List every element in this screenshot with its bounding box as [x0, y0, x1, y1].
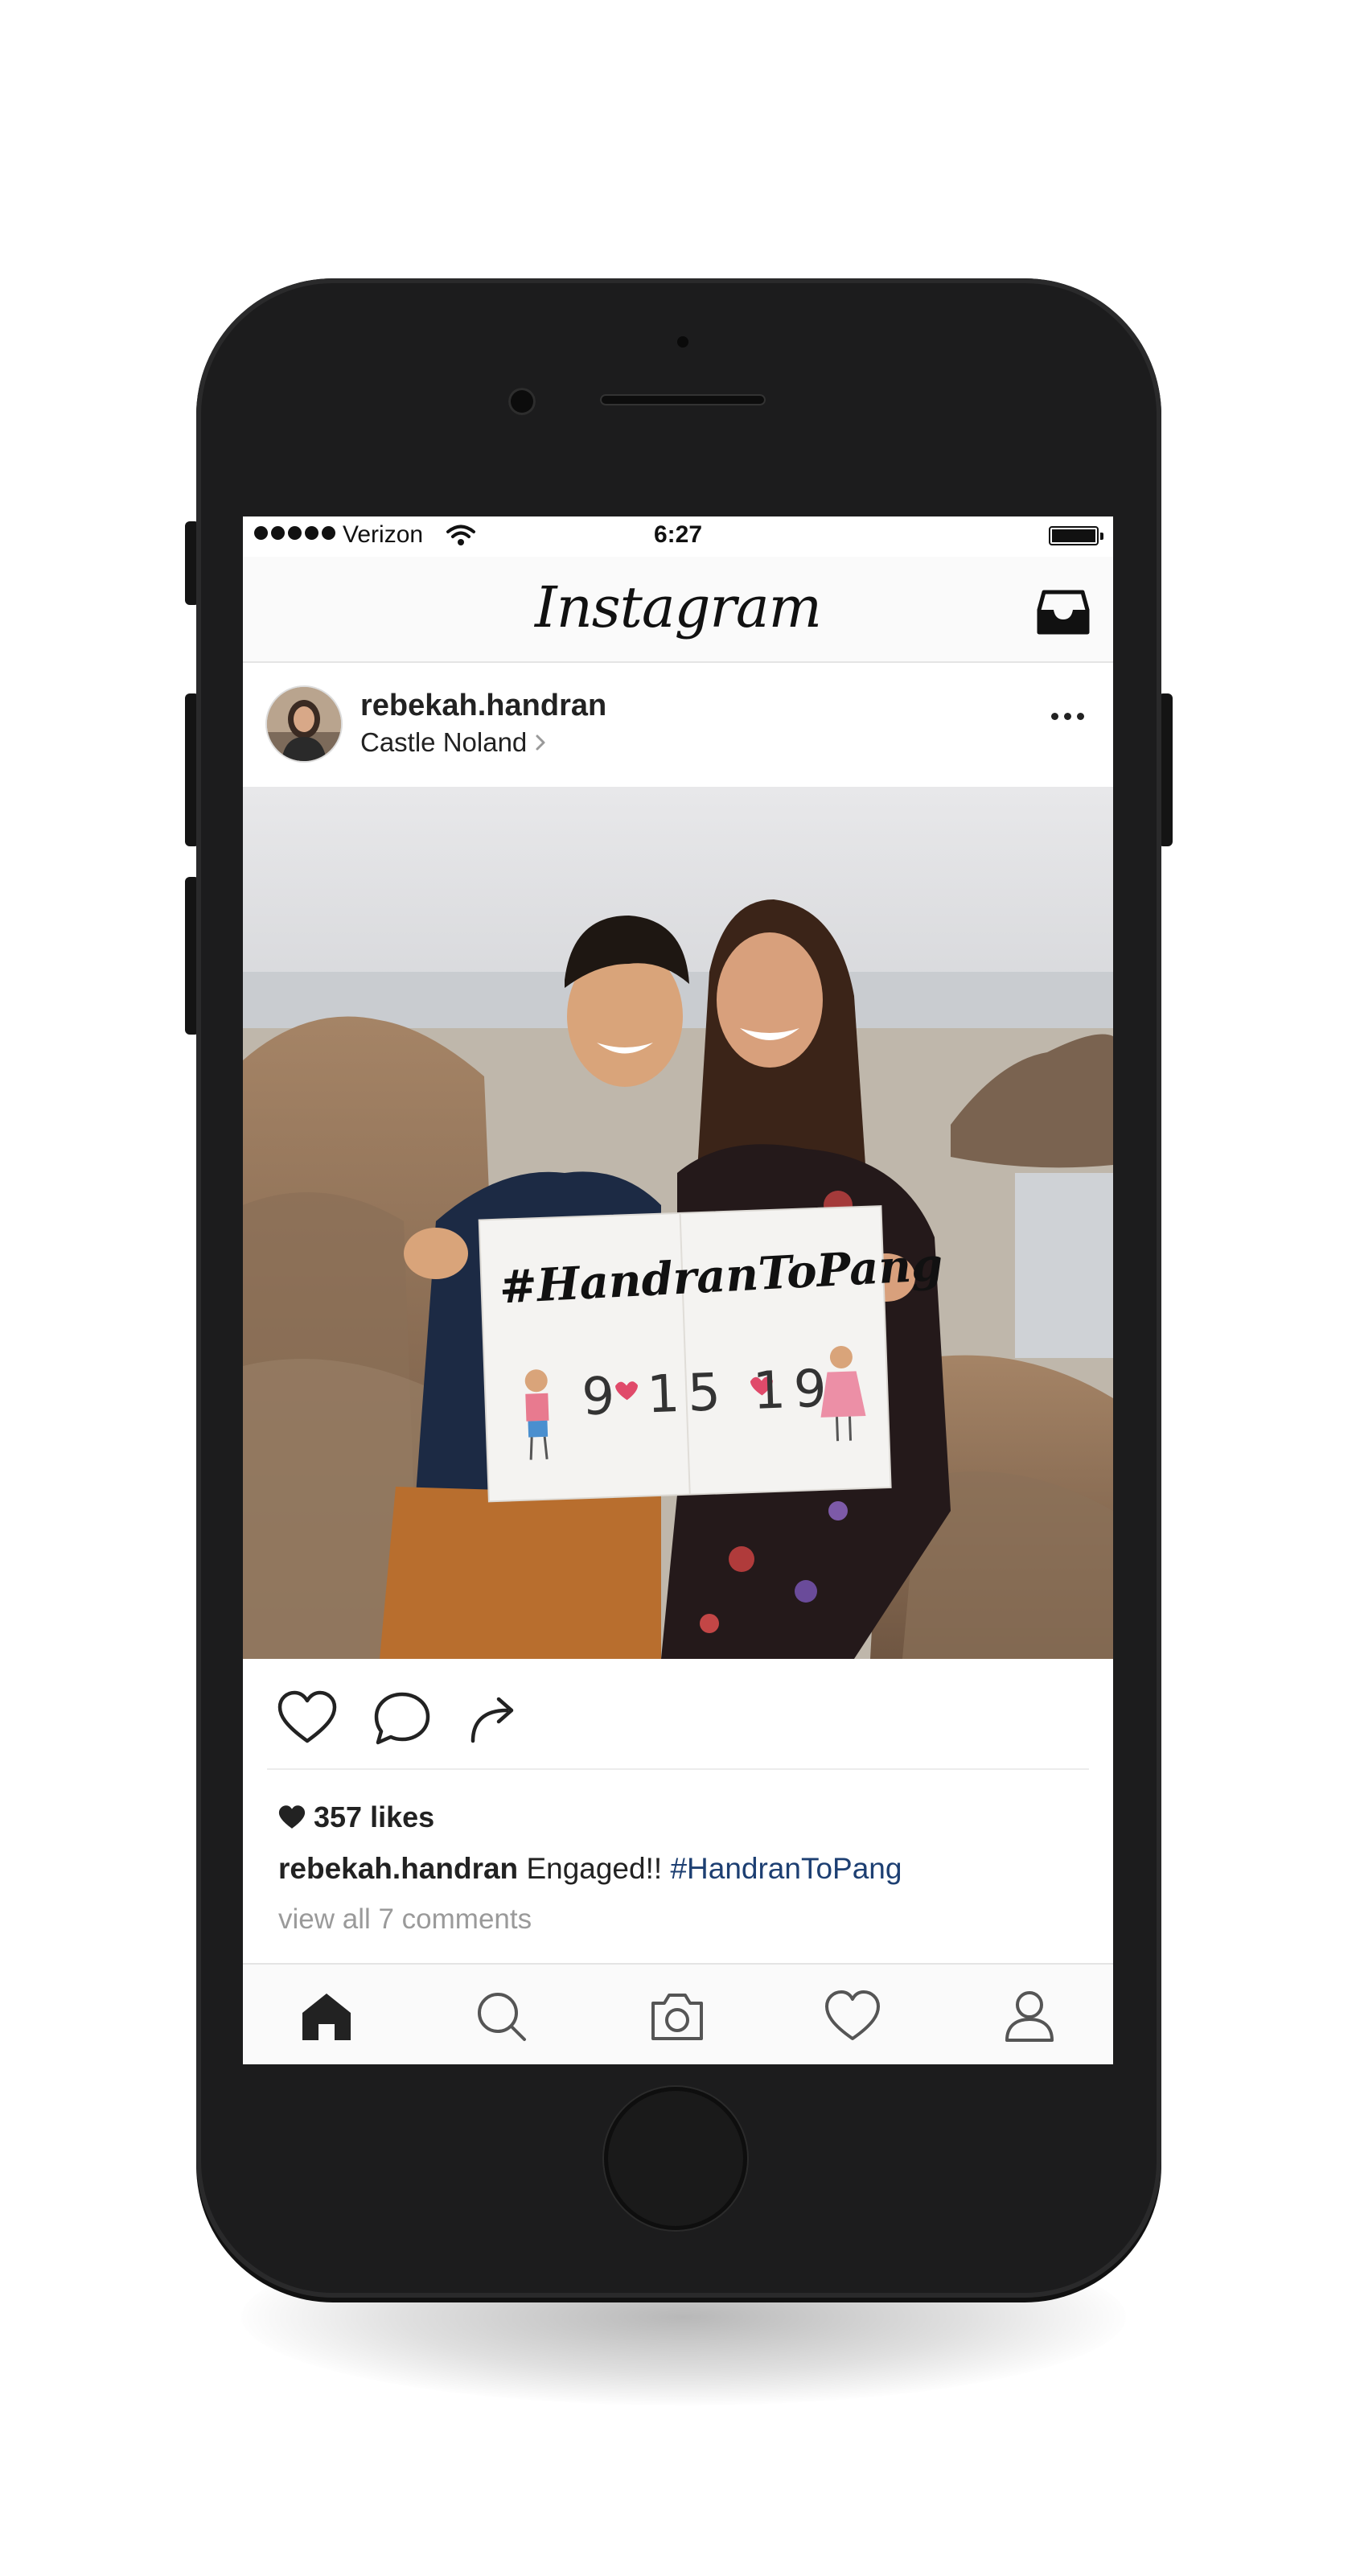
- tab-bar: [243, 1963, 1113, 2064]
- phone-screen: Verizon 6:27 Instagram rebekah.handran C…: [243, 516, 1113, 2064]
- heart-icon[interactable]: [277, 1689, 338, 1746]
- status-bar: Verizon 6:27: [243, 516, 1113, 557]
- status-time: 6:27: [653, 521, 703, 548]
- earpiece-speaker: [600, 394, 766, 405]
- caption-hashtag[interactable]: #HandranToPang: [670, 1852, 902, 1885]
- home-button[interactable]: [604, 2087, 747, 2230]
- chevron-right-icon: [536, 735, 545, 751]
- post-actions: [243, 1659, 1113, 1773]
- comment-icon[interactable]: [372, 1689, 433, 1746]
- search-icon[interactable]: [473, 1989, 531, 2043]
- location-label: Castle Noland: [360, 727, 528, 757]
- app-header: Instagram: [243, 557, 1113, 663]
- post-username[interactable]: rebekah.handran: [360, 689, 606, 723]
- share-icon[interactable]: [465, 1689, 526, 1746]
- avatar[interactable]: [267, 687, 341, 761]
- inbox-tray-icon[interactable]: [1036, 589, 1091, 637]
- home-icon[interactable]: [298, 1989, 355, 2043]
- proximity-sensor: [677, 336, 688, 348]
- caption-username[interactable]: rebekah.handran: [278, 1852, 518, 1885]
- app-logo: Instagram: [535, 574, 822, 640]
- activity-heart-icon[interactable]: [824, 1989, 881, 2043]
- post-photo-image: #HandranToPang 9 15 19: [243, 787, 1113, 1659]
- sign-date-text: 9 15 19: [581, 1359, 836, 1427]
- profile-icon[interactable]: [1001, 1989, 1058, 2043]
- caption-text: Engaged!!: [526, 1852, 663, 1885]
- likes-label: 357 likes: [314, 1800, 435, 1833]
- camera-icon[interactable]: [648, 1989, 706, 2043]
- canvas: Verizon 6:27 Instagram rebekah.handran C…: [0, 0, 1356, 2576]
- more-dots-icon[interactable]: [1051, 713, 1084, 720]
- avatar-photo: [267, 687, 341, 761]
- post-header: rebekah.handran Castle Noland: [243, 663, 1113, 787]
- view-comments-link[interactable]: view all 7 comments: [278, 1903, 532, 1936]
- front-camera: [508, 388, 536, 415]
- post-caption: rebekah.handran Engaged!! #HandranToPang: [278, 1852, 902, 1886]
- divider: [267, 1768, 1089, 1770]
- battery-icon: [1049, 526, 1103, 545]
- post-photo[interactable]: #HandranToPang 9 15 19: [243, 787, 1113, 1659]
- likes-count[interactable]: 357 likes: [278, 1800, 434, 1834]
- post-location[interactable]: Castle Noland: [360, 727, 546, 758]
- likes-heart-icon: [278, 1805, 306, 1829]
